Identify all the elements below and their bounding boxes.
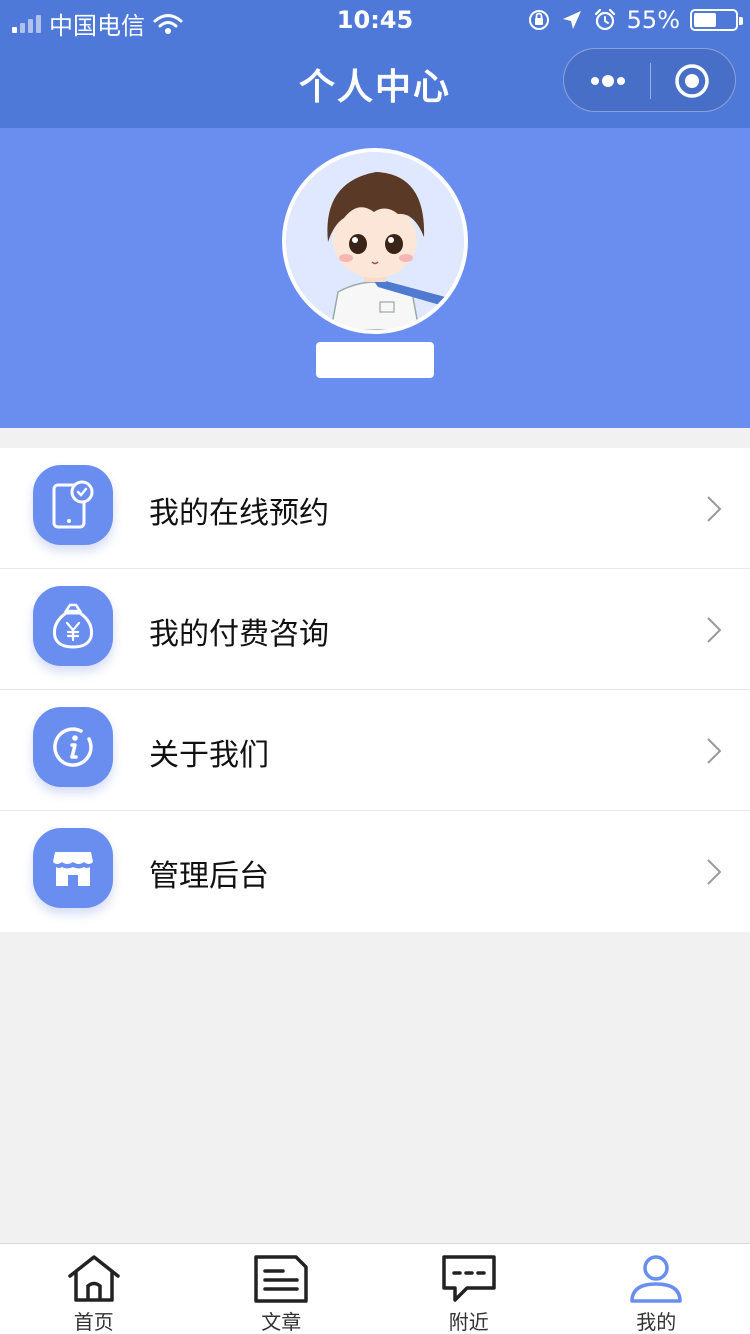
chevron-right-icon — [707, 859, 722, 885]
status-right: 55% — [527, 6, 743, 34]
tab-articles[interactable]: 文章 — [188, 1244, 376, 1334]
user-icon — [630, 1255, 682, 1303]
menu-label: 我的在线预约 — [149, 496, 329, 531]
location-icon — [562, 11, 581, 29]
top-bar: 中国电信 10:45 55% 个人中心 — [0, 0, 750, 128]
avatar-illustration — [286, 152, 464, 330]
tab-label: 首页 — [73, 1310, 114, 1334]
info-icon — [33, 707, 113, 787]
chat-icon — [442, 1255, 496, 1302]
tab-label: 附近 — [448, 1310, 489, 1334]
battery-percent: 55% — [626, 6, 680, 34]
alarm-icon — [594, 8, 615, 31]
close-mini-program-icon[interactable] — [674, 63, 710, 99]
profile-header — [0, 128, 750, 428]
store-icon — [33, 828, 113, 908]
mini-program-capsule — [563, 48, 736, 112]
menu-item-online-booking[interactable]: 我的在线预约 — [0, 448, 750, 569]
menu-list: 我的在线预约 我的付费咨询 关于我们 管理后台 — [0, 448, 750, 932]
tab-bar: 首页 文章 附近 我的 — [0, 1243, 750, 1334]
capsule-divider — [650, 63, 651, 99]
home-icon — [68, 1255, 120, 1302]
chevron-right-icon — [707, 617, 722, 643]
document-icon — [254, 1255, 308, 1303]
tab-nearby[interactable]: 附近 — [375, 1244, 563, 1334]
chevron-right-icon — [707, 738, 722, 764]
menu-item-admin[interactable]: 管理后台 — [0, 811, 750, 932]
money-bag-icon — [33, 586, 113, 666]
tab-label: 文章 — [261, 1310, 302, 1334]
phone-clock-icon — [33, 465, 113, 545]
tab-label: 我的 — [636, 1310, 677, 1334]
menu-label: 我的付费咨询 — [149, 617, 329, 652]
menu-label: 关于我们 — [149, 738, 269, 773]
tab-mine[interactable]: 我的 — [563, 1244, 750, 1334]
battery-icon — [690, 9, 743, 31]
chevron-right-icon — [707, 496, 722, 522]
menu-label: 管理后台 — [149, 859, 269, 894]
rotation-lock-icon — [528, 10, 549, 30]
status-bar: 中国电信 10:45 55% — [0, 0, 750, 40]
menu-item-paid-consult[interactable]: 我的付费咨询 — [0, 569, 750, 690]
nickname-redacted — [316, 342, 434, 378]
avatar[interactable] — [282, 148, 468, 334]
tab-home[interactable]: 首页 — [0, 1244, 188, 1334]
more-options-icon[interactable] — [588, 72, 628, 90]
menu-item-about-us[interactable]: 关于我们 — [0, 690, 750, 811]
